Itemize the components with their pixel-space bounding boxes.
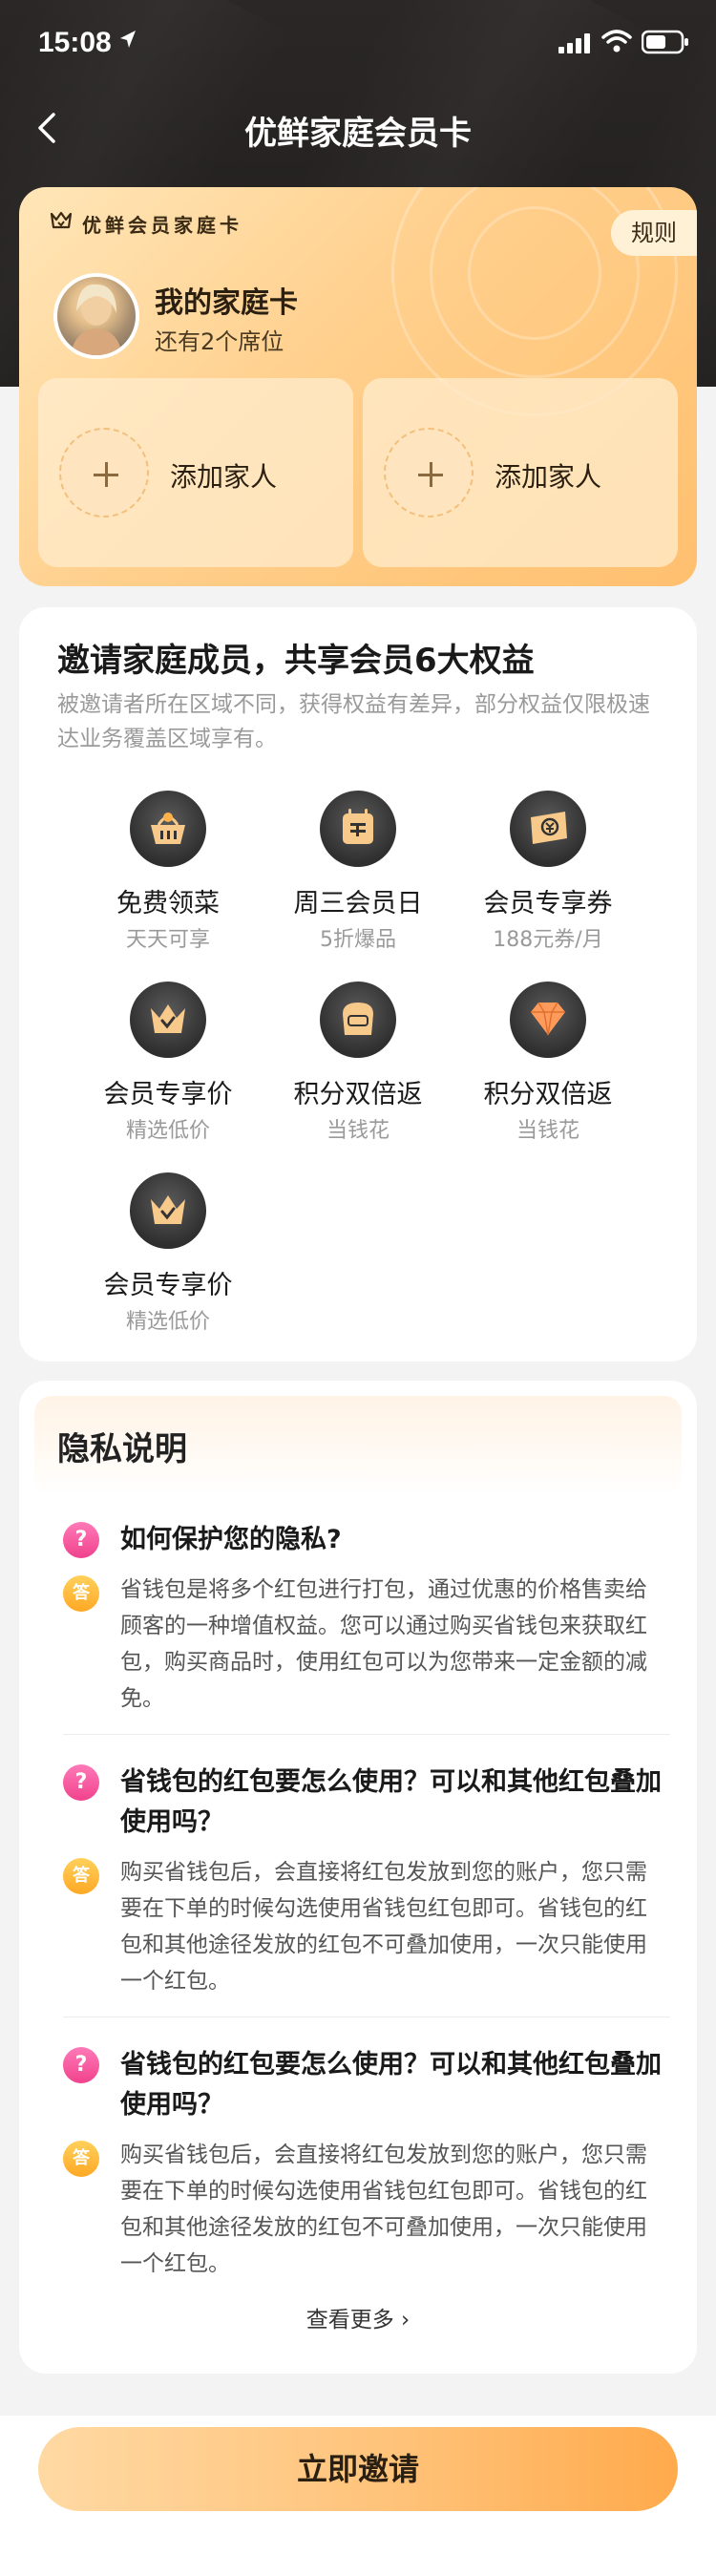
benefit-item[interactable]: 积分双倍返 当钱花 — [253, 982, 463, 1144]
benefit-sub: 188元券/月 — [493, 928, 603, 952]
add-family-slot-1[interactable]: 添加家人 — [38, 378, 353, 567]
calendar-icon — [320, 791, 396, 867]
divider — [63, 1734, 670, 1735]
add-circle — [59, 428, 149, 517]
benefit-item[interactable]: 免费领菜 天天可享 — [63, 791, 273, 953]
see-more-link[interactable]: 查看更多 › — [19, 2301, 697, 2333]
avatar — [53, 273, 139, 359]
diamond-icon — [510, 982, 586, 1058]
answer-text: 购买省钱包后，会直接将红包发放到您的账户，您只需要在下单的时候勾选使用省钱包红包… — [120, 2143, 647, 2276]
benefit-item[interactable]: 会员专享券 188元券/月 — [443, 791, 653, 953]
status-time: 15:08 — [38, 27, 112, 58]
invite-button[interactable]: 立即邀请 — [38, 2427, 678, 2511]
bread-icon — [320, 982, 396, 1058]
benefit-name: 会员专享价 — [103, 1271, 233, 1300]
question-text: 省钱包的红包要怎么使用？可以和其他红包叠加使用吗？ — [120, 1767, 662, 1837]
benefit-sub: 5折爆品 — [320, 928, 396, 952]
benefit-name: 会员专享价 — [103, 1080, 233, 1109]
privacy-section: 隐私说明 ? 如何保护您的隐私? 答 省钱包是将多个红包进行打包，通过优惠的价格… — [19, 1381, 697, 2374]
qa-item: ? 省钱包的红包要怎么使用？可以和其他红包叠加使用吗？ 答 购买省钱包后，会直接… — [63, 2045, 664, 2293]
family-card: 优鲜会员家庭卡 规则 我的家庭卡 还有2个席位 添加家人 添加家人 — [19, 187, 697, 586]
qa-item: ? 省钱包的红包要怎么使用？可以和其他红包叠加使用吗？ 答 购买省钱包后，会直接… — [63, 1763, 664, 2011]
privacy-title: 隐私说明 — [57, 1430, 187, 1468]
benefit-name: 积分双倍返 — [483, 1080, 613, 1109]
coupon-icon — [510, 791, 586, 867]
benefit-sub: 当钱花 — [516, 1119, 579, 1143]
benefit-sub: 天天可享 — [125, 928, 210, 952]
card-title: 我的家庭卡 — [155, 286, 298, 320]
add-circle — [384, 428, 474, 517]
bottom-bar: 立即邀请 — [0, 2416, 716, 2576]
wifi-icon — [601, 29, 632, 57]
benefit-item[interactable]: 会员专享价 精选低价 — [63, 982, 273, 1144]
status-bar: 15:08 — [0, 0, 716, 86]
qa-item: ? 如何保护您的隐私? 答 省钱包是将多个红包进行打包，通过优惠的价格售卖给顾客… — [63, 1520, 664, 1711]
divider — [63, 2016, 670, 2017]
benefit-name: 周三会员日 — [293, 889, 423, 918]
benefits-title: 邀请家庭成员，共享会员6大权益 — [57, 642, 535, 680]
benefit-item[interactable]: 会员专享价 精选低价 — [63, 1172, 273, 1335]
benefit-sub: 当钱花 — [326, 1119, 390, 1143]
signal-icon — [558, 32, 593, 57]
crown-badge-icon — [50, 210, 73, 235]
basket-icon — [130, 791, 206, 867]
benefits-section: 邀请家庭成员，共享会员6大权益 被邀请者所在区域不同，获得权益有差异，部分权益仅… — [19, 607, 697, 1362]
answer-text: 省钱包是将多个红包进行打包，通过优惠的价格售卖给顾客的一种增值权益。您可以通过购… — [120, 1577, 647, 1711]
add-family-label: 添加家人 — [495, 461, 602, 493]
answer-icon: 答 — [63, 1575, 99, 1612]
benefit-item[interactable]: 积分双倍返 当钱花 — [443, 982, 653, 1144]
add-family-slot-2[interactable]: 添加家人 — [363, 378, 678, 567]
add-family-label: 添加家人 — [170, 461, 278, 493]
battery-icon — [641, 30, 689, 58]
benefit-sub: 精选低价 — [125, 1119, 210, 1143]
answer-icon: 答 — [63, 2141, 99, 2177]
question-text: 省钱包的红包要怎么使用？可以和其他红包叠加使用吗？ — [120, 2050, 662, 2120]
answer-icon: 答 — [63, 1858, 99, 1894]
crown-icon — [130, 1172, 206, 1249]
benefit-name: 免费领菜 — [116, 889, 220, 918]
benefits-description: 被邀请者所在区域不同，获得权益有差异，部分权益仅限极速达业务覆盖区域享有。 — [57, 692, 650, 751]
rules-button[interactable]: 规则 — [611, 210, 697, 256]
answer-text: 购买省钱包后，会直接将红包发放到您的账户，您只需要在下单的时候勾选使用省钱包红包… — [120, 1860, 647, 1994]
crown-icon — [130, 982, 206, 1058]
seats-remaining: 还有2个席位 — [155, 328, 284, 355]
page-title: 优鲜家庭会员卡 — [244, 115, 472, 153]
benefit-sub: 精选低价 — [125, 1310, 210, 1334]
nav-bar: 优鲜家庭会员卡 — [0, 86, 716, 172]
question-icon: ? — [63, 2047, 99, 2083]
card-label: 优鲜会员家庭卡 — [82, 214, 242, 237]
benefit-name: 会员专享券 — [483, 889, 613, 918]
question-icon: ? — [63, 1522, 99, 1558]
benefit-item[interactable]: 周三会员日 5折爆品 — [253, 791, 463, 953]
location-arrow-icon — [118, 29, 137, 53]
question-icon: ? — [63, 1764, 99, 1801]
benefit-name: 积分双倍返 — [293, 1080, 423, 1109]
question-text: 如何保护您的隐私? — [120, 1525, 342, 1554]
